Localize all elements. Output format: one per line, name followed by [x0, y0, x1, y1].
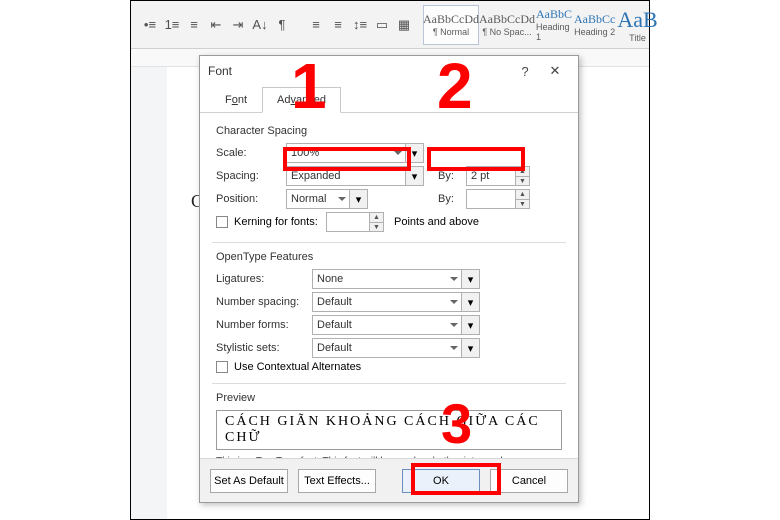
tab-font[interactable]: Font	[210, 87, 262, 113]
scale-dropdown[interactable]: 100%	[286, 143, 406, 163]
dialog-body: Character Spacing Scale: 100% ▾ Spacing:…	[200, 113, 578, 458]
kerning-label: Kerning for fonts:	[234, 216, 326, 228]
ribbon: •≡ 1≡ ≡ ⇤ ⇥ A↓ ¶ ≡ ≡ ↕≡ ▭ ▦ AaBbCcDd ¶ N…	[131, 1, 649, 49]
position-label: Position:	[216, 193, 286, 205]
style-heading-1[interactable]: AaBbC Heading 1	[535, 5, 573, 45]
kerning-input[interactable]	[326, 212, 370, 232]
ligatures-dropdown[interactable]: None	[312, 269, 462, 289]
decrease-indent-icon[interactable]: ⇤	[207, 15, 225, 35]
text-effects-button[interactable]: Text Effects...	[298, 469, 376, 493]
kerning-spinner[interactable]: ▲▼	[370, 212, 384, 232]
dialog-title: Font	[208, 64, 232, 78]
number-forms-label: Number forms:	[216, 319, 312, 331]
style-label: Title	[629, 33, 646, 43]
chevron-down-icon: ▾	[468, 273, 474, 286]
style-label: ¶ No Spac...	[482, 27, 531, 37]
section-preview: Preview	[216, 392, 562, 404]
line-spacing-icon[interactable]: ↕≡	[351, 15, 369, 35]
style-label: ¶ Normal	[433, 27, 469, 37]
spacing-by-spinner[interactable]: ▲▼	[516, 166, 530, 186]
number-spacing-label: Number spacing:	[216, 296, 312, 308]
chevron-down-icon: ▾	[468, 296, 474, 309]
position-dropdown-button[interactable]: ▾	[350, 189, 368, 209]
chevron-down-icon: ▾	[468, 319, 474, 332]
sort-icon[interactable]: A↓	[251, 15, 269, 35]
spacing-by-input[interactable]: 2 pt	[466, 166, 516, 186]
kerning-checkbox[interactable]	[216, 216, 228, 228]
style-preview: AaBbCcDd	[423, 12, 479, 27]
spacing-dropdown[interactable]: Expanded	[286, 166, 406, 186]
left-margin	[131, 67, 167, 519]
divider	[212, 383, 566, 384]
style-label: Heading 2	[574, 27, 615, 37]
increase-indent-icon[interactable]: ⇥	[229, 15, 247, 35]
stylistic-sets-dropdown-button[interactable]: ▾	[462, 338, 480, 358]
style-normal[interactable]: AaBbCcDd ¶ Normal	[423, 5, 479, 45]
ok-button[interactable]: OK	[402, 469, 480, 493]
section-character-spacing: Character Spacing	[216, 125, 562, 137]
font-dialog: Font ? ✕ Font Advanced Character Spacing…	[199, 55, 579, 503]
style-no-spacing[interactable]: AaBbCcDd ¶ No Spac...	[479, 5, 535, 45]
align-left-icon[interactable]: ≡	[307, 15, 325, 35]
help-button[interactable]: ?	[510, 64, 540, 79]
paragraph-marks-icon[interactable]: ¶	[273, 15, 291, 35]
borders-icon[interactable]: ▦	[395, 15, 413, 35]
chevron-down-icon: ▾	[468, 342, 474, 355]
dialog-footer: Set As Default Text Effects... OK Cancel	[200, 458, 578, 502]
align-center-icon[interactable]: ≡	[329, 15, 347, 35]
dialog-tabs: Font Advanced	[200, 86, 578, 113]
scale-dropdown-button[interactable]: ▾	[406, 143, 424, 163]
position-by-spinner[interactable]: ▲▼	[516, 189, 530, 209]
by-label: By:	[438, 170, 466, 182]
position-dropdown[interactable]: Normal	[286, 189, 350, 209]
style-title[interactable]: AaB Title	[616, 5, 658, 45]
number-forms-dropdown[interactable]: Default	[312, 315, 462, 335]
bullets-icon[interactable]: •≡	[141, 15, 159, 35]
chevron-down-icon: ▾	[412, 170, 418, 183]
scale-label: Scale:	[216, 147, 286, 159]
spacing-dropdown-button[interactable]: ▾	[406, 166, 424, 186]
style-heading-2[interactable]: AaBbCc Heading 2	[573, 5, 616, 45]
cancel-button[interactable]: Cancel	[490, 469, 568, 493]
points-above-label: Points and above	[394, 216, 479, 228]
preview-text: CÁCH GIÃN KHOẢNG CÁCH GIỮA CÁC CHỮ	[225, 414, 553, 446]
shading-icon[interactable]: ▭	[373, 15, 391, 35]
ligatures-dropdown-button[interactable]: ▾	[462, 269, 480, 289]
stylistic-sets-label: Stylistic sets:	[216, 342, 312, 354]
position-by-input[interactable]	[466, 189, 516, 209]
section-opentype: OpenType Features	[216, 251, 562, 263]
style-label: Heading 1	[536, 22, 572, 42]
numbering-icon[interactable]: 1≡	[163, 15, 181, 35]
position-by-label: By:	[438, 193, 466, 205]
multilevel-icon[interactable]: ≡	[185, 15, 203, 35]
spacing-label: Spacing:	[216, 170, 286, 182]
style-preview: AaBbC	[536, 7, 572, 22]
number-spacing-dropdown[interactable]: Default	[312, 292, 462, 312]
number-spacing-dropdown-button[interactable]: ▾	[462, 292, 480, 312]
dialog-titlebar[interactable]: Font ? ✕	[200, 56, 578, 86]
ligatures-label: Ligatures:	[216, 273, 312, 285]
contextual-alternates-label: Use Contextual Alternates	[234, 361, 361, 373]
stylistic-sets-dropdown[interactable]: Default	[312, 338, 462, 358]
chevron-down-icon: ▾	[356, 193, 362, 206]
tab-advanced[interactable]: Advanced	[262, 87, 341, 113]
close-button[interactable]: ✕	[540, 63, 570, 79]
chevron-down-icon: ▾	[412, 147, 418, 160]
style-preview: AaBbCcDd	[479, 12, 535, 27]
preview-box: CÁCH GIÃN KHOẢNG CÁCH GIỮA CÁC CHỮ	[216, 410, 562, 450]
divider	[212, 242, 566, 243]
contextual-alternates-checkbox[interactable]	[216, 361, 228, 373]
style-preview: AaB	[617, 7, 657, 33]
set-default-button[interactable]: Set As Default	[210, 469, 288, 493]
number-forms-dropdown-button[interactable]: ▾	[462, 315, 480, 335]
style-preview: AaBbCc	[574, 12, 615, 27]
